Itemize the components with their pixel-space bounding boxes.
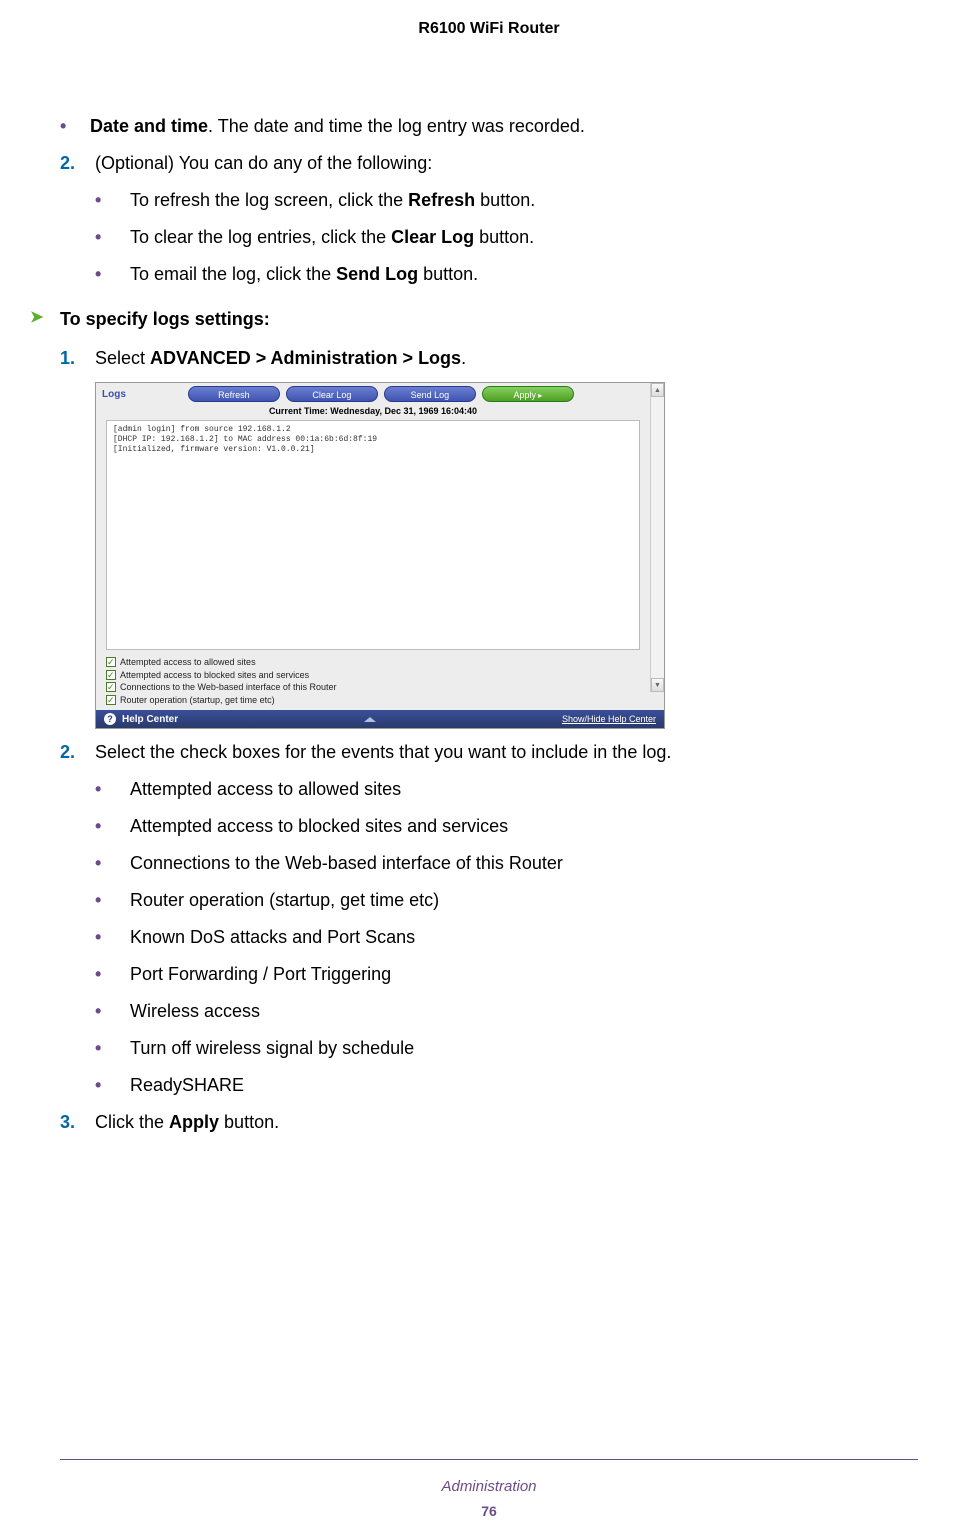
list-item: •Attempted access to allowed sites (95, 776, 918, 803)
bullet-dot-icon: • (95, 924, 130, 951)
bullet-date-text: Date and time. The date and time the log… (90, 113, 918, 140)
step-2-text: (Optional) You can do any of the followi… (95, 150, 918, 177)
ss-checkbox-group: Attempted access to allowed sites Attemp… (96, 650, 650, 710)
bullet-dot-icon: • (95, 187, 130, 214)
ss-check-row: Router operation (startup, get time etc) (106, 694, 640, 707)
step-2-text: Select the check boxes for the events th… (95, 739, 918, 766)
bullet-dot-icon: • (95, 776, 130, 803)
footer-section-title: Administration (0, 1478, 978, 1495)
ss-clearlog-button[interactable]: Clear Log (286, 386, 378, 402)
ss-check-row: Attempted access to blocked sites and se… (106, 669, 640, 682)
ss-toolbar: Logs Refresh Clear Log Send Log Apply (96, 383, 650, 404)
list-item: •Known DoS attacks and Port Scans (95, 924, 918, 951)
bullet-dot-icon: • (95, 998, 130, 1025)
help-icon: ? (104, 713, 116, 725)
list-item: •ReadySHARE (95, 1072, 918, 1099)
step-number: 3. (60, 1109, 95, 1136)
ss-button-row: Refresh Clear Log Send Log Apply (140, 386, 644, 402)
bullet-dot-icon: • (60, 113, 90, 140)
ss-vertical-scrollbar[interactable]: ▲ ▼ (650, 383, 664, 692)
ss-log-line: [admin login] from source 192.168.1.2 (113, 425, 633, 435)
step-2-optional: 2. (Optional) You can do any of the foll… (60, 150, 918, 177)
ss-log-line: [DHCP IP: 192.168.1.2] to MAC address 00… (113, 435, 633, 445)
date-time-desc: . The date and time the log entry was re… (208, 116, 585, 136)
main-content: • Date and time. The date and time the l… (0, 38, 978, 1136)
ss-help-link[interactable]: Show/Hide Help Center (562, 714, 656, 724)
checkbox-icon[interactable] (106, 670, 116, 680)
step-2: 2. Select the check boxes for the events… (60, 739, 918, 766)
bullet-dot-icon: • (95, 961, 130, 988)
bullet-dot-icon: • (95, 224, 130, 251)
checkbox-icon[interactable] (106, 682, 116, 692)
ss-check-label: Router operation (startup, get time etc) (120, 694, 275, 707)
bullet-dot-icon: • (95, 850, 130, 877)
sub-bullet-refresh: • To refresh the log screen, click the R… (95, 187, 918, 214)
list-item: •Router operation (startup, get time etc… (95, 887, 918, 914)
list-item: •Turn off wireless signal by schedule (95, 1035, 918, 1062)
step-number: 2. (60, 150, 95, 177)
checkbox-icon[interactable] (106, 657, 116, 667)
ss-help-label: Help Center (122, 714, 178, 725)
bullet-date-time: • Date and time. The date and time the l… (60, 113, 918, 140)
ss-current-time: Current Time: Wednesday, Dec 31, 1969 16… (96, 404, 650, 420)
bullet-dot-icon: • (95, 1035, 130, 1062)
footer-rule (60, 1459, 918, 1460)
logs-screenshot: Logs Refresh Clear Log Send Log Apply Cu… (95, 382, 665, 729)
list-item: •Wireless access (95, 998, 918, 1025)
footer-page-number: 76 (0, 1503, 978, 1519)
list-item: •Attempted access to blocked sites and s… (95, 813, 918, 840)
list-item: •Port Forwarding / Port Triggering (95, 961, 918, 988)
ss-check-label: Connections to the Web-based interface o… (120, 681, 336, 694)
step-2-sublist: •Attempted access to allowed sites •Atte… (95, 776, 918, 1099)
step-1: 1. Select ADVANCED > Administration > Lo… (60, 345, 918, 372)
bullet-dot-icon: • (95, 261, 130, 288)
ss-log-textarea[interactable]: [admin login] from source 192.168.1.2 [D… (106, 420, 640, 650)
ss-apply-button[interactable]: Apply (482, 386, 574, 402)
step-number: 2. (60, 739, 95, 766)
ss-refresh-button[interactable]: Refresh (188, 386, 280, 402)
bullet-dot-icon: • (95, 813, 130, 840)
bullet-dot-icon: • (95, 1072, 130, 1099)
chevron-right-icon: ➤ (30, 306, 60, 333)
bullet-dot-icon: • (95, 887, 130, 914)
sub-bullet-sendlog: • To email the log, click the Send Log b… (95, 261, 918, 288)
page-header-title: R6100 WiFi Router (0, 0, 978, 38)
ss-panel-title: Logs (102, 389, 126, 400)
scroll-up-icon[interactable]: ▲ (651, 383, 664, 397)
ss-check-label: Attempted access to blocked sites and se… (120, 669, 309, 682)
ss-check-row: Connections to the Web-based interface o… (106, 681, 640, 694)
step-3: 3. Click the Apply button. (60, 1109, 918, 1136)
step-number: 1. (60, 345, 95, 372)
date-time-term: Date and time (90, 116, 208, 136)
ss-log-line: [Initialized, firmware version: V1.0.0.2… (113, 445, 633, 455)
ss-help-center-bar[interactable]: ? Help Center Show/Hide Help Center (96, 710, 664, 728)
chevron-up-icon (364, 717, 376, 722)
checkbox-icon[interactable] (106, 695, 116, 705)
section-heading-text: To specify logs settings: (60, 306, 270, 333)
ss-sendlog-button[interactable]: Send Log (384, 386, 476, 402)
ss-check-label: Attempted access to allowed sites (120, 656, 256, 669)
sub-bullet-clearlog: • To clear the log entries, click the Cl… (95, 224, 918, 251)
ss-check-row: Attempted access to allowed sites (106, 656, 640, 669)
list-item: •Connections to the Web-based interface … (95, 850, 918, 877)
scroll-down-icon[interactable]: ▼ (651, 678, 664, 692)
section-heading-logs-settings: ➤ To specify logs settings: (30, 306, 918, 333)
step-2-sublist: • To refresh the log screen, click the R… (95, 187, 918, 288)
